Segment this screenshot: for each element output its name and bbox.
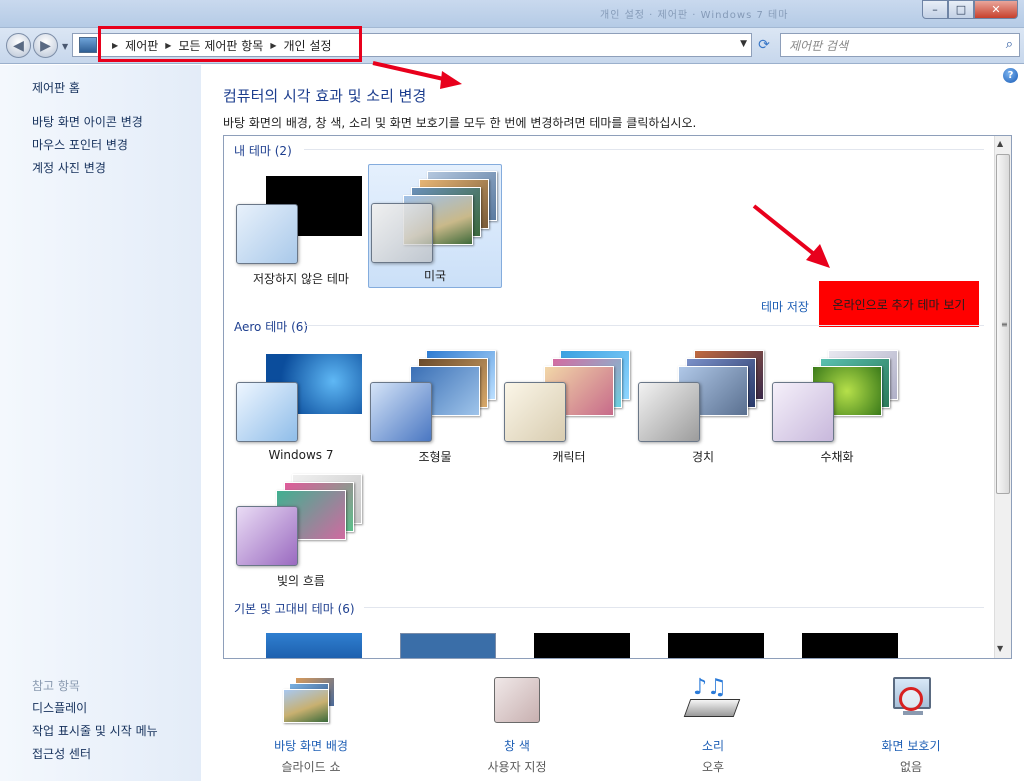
minimize-button[interactable]: – [922,0,948,19]
desktop-background-button[interactable]: 바탕 화면 배경 슬라이드 쇼 [231,675,391,775]
window-color-value: 사용자 지정 [487,760,547,774]
divider [304,325,984,326]
screen-saver-button[interactable]: 화면 보호기 없음 [831,675,991,775]
online-themes-link[interactable]: 온라인으로 추가 테마 보기 [819,281,979,327]
theme-list[interactable]: 내 테마 (2) 저장하지 않은 테마 미국 테마 저장 온라인으로 추가 테마… [223,135,1012,659]
window-title: 개인 설정 · 제어판 · Windows 7 테마 [600,10,789,21]
recent-pages-dropdown-icon[interactable]: ▼ [62,42,68,51]
basic-themes-header-label: 기본 및 고대비 테마 (6) [234,602,355,616]
vertical-scrollbar[interactable]: ▲ ≡ ▼ [994,136,1011,658]
refresh-icon[interactable]: ⟳ [753,33,775,57]
back-button[interactable]: ◀ [6,33,31,58]
search-input[interactable]: 제어판 검색 ⌕ [780,33,1020,57]
theme-label: 경치 [691,450,715,464]
window-color-button[interactable]: 창 색 사용자 지정 [437,675,597,775]
window-controls: – □ ✕ [922,0,1018,19]
aero-themes-header[interactable]: Aero 테마 (6) [234,318,308,335]
see-also-header: 참고 항목 [32,679,80,693]
theme-light-flow[interactable]: 빛의 흐름 [234,468,368,592]
sidebar-item-display[interactable]: 디스플레이 [32,699,87,716]
theme-label: 미국 [423,269,447,283]
scrollbar-grip-icon: ≡ [1001,320,1008,329]
divider [364,607,984,608]
scrollbar-thumb[interactable]: ≡ [996,154,1010,494]
annotation-box [98,26,362,62]
window-color-swatch [236,506,298,566]
sounds-value: 오후 [701,760,725,774]
sounds-label: 소리 [701,739,725,753]
window-color-swatch [236,204,298,264]
desktop-background-label: 바탕 화면 배경 [274,739,348,753]
theme-unsaved[interactable]: 저장하지 않은 테마 [234,166,368,290]
window-color-swatch [371,203,433,263]
settings-bar: 바탕 화면 배경 슬라이드 쇼 창 색 사용자 지정 ♪♫ 소리 오후 화면 보… [201,665,1024,781]
sidebar-item-desktop-icons[interactable]: 바탕 화면 아이콘 변경 [32,113,143,130]
theme-usa[interactable]: 미국 [368,164,502,288]
sounds-icon: ♪♫ [683,675,741,725]
sidebar-item-mouse-pointer[interactable]: 마우스 포인터 변경 [32,136,128,153]
aero-themes-header-label: Aero 테마 (6) [234,320,309,334]
sounds-button[interactable]: ♪♫ 소리 오후 [633,675,793,775]
my-themes-header-label: 내 테마 (2) [234,144,292,158]
sidebar-item-taskbar[interactable]: 작업 표시줄 및 시작 메뉴 [32,722,158,739]
theme-landscapes[interactable]: 경치 [636,344,770,468]
sidebar: 제어판 홈 바탕 화면 아이콘 변경 마우스 포인터 변경 계정 사진 변경 참… [0,65,201,781]
my-themes-header[interactable]: 내 테마 (2) [234,142,292,159]
theme-architecture[interactable]: 조형물 [368,344,502,468]
desktop-background-value: 슬라이드 쇼 [281,760,341,774]
control-panel-icon [79,37,97,53]
theme-basic-thumbnail[interactable] [266,633,362,658]
screen-saver-icon [883,675,939,725]
sidebar-item-accessibility[interactable]: 접근성 센터 [32,745,91,762]
window-color-swatch [772,382,834,442]
sidebar-item-home[interactable]: 제어판 홈 [32,79,80,96]
screen-saver-label: 화면 보호기 [881,739,941,753]
help-icon[interactable]: ? [1003,68,1018,83]
basic-themes-header[interactable]: 기본 및 고대비 테마 (6) [234,600,355,617]
main-content: ? 컴퓨터의 시각 효과 및 소리 변경 바탕 화면의 배경, 창 색, 소리 … [201,65,1024,781]
maximize-button[interactable]: □ [948,0,974,19]
scroll-down-icon[interactable]: ▼ [997,644,1003,653]
theme-high-contrast-thumbnail[interactable] [668,633,764,658]
theme-high-contrast-thumbnail[interactable] [802,633,898,658]
save-theme-link[interactable]: 테마 저장 [761,298,809,315]
search-icon[interactable]: ⌕ [1006,37,1013,52]
window-color-swatch [504,382,566,442]
forward-button[interactable]: ▶ [33,33,58,58]
screen-saver-value: 없음 [899,760,923,774]
desktop-background-icon [283,675,339,725]
scroll-up-icon[interactable]: ▲ [997,139,1003,148]
theme-characters[interactable]: 캐릭터 [502,344,636,468]
theme-label: 조형물 [418,450,452,464]
theme-label: 빛의 흐름 [277,574,325,588]
search-placeholder: 제어판 검색 [789,38,849,53]
theme-label: 수채화 [820,450,854,464]
theme-watercolor[interactable]: 수채화 [770,344,904,468]
window-color-swatch [638,382,700,442]
theme-windows7[interactable]: Windows 7 [234,344,368,468]
theme-label: 저장하지 않은 테마 [253,272,349,286]
page-title: 컴퓨터의 시각 효과 및 소리 변경 [223,87,427,105]
theme-label: 캐릭터 [552,450,586,464]
theme-high-contrast-thumbnail[interactable] [534,633,630,658]
window-color-icon [489,675,545,725]
theme-label: Windows 7 [268,448,334,462]
page-description: 바탕 화면의 배경, 창 색, 소리 및 화면 보호기를 모두 한 번에 변경하… [223,116,697,130]
theme-basic-thumbnail[interactable] [400,633,496,658]
title-bar: 개인 설정 · 제어판 · Windows 7 테마 – □ ✕ [0,0,1024,28]
window-color-swatch [370,382,432,442]
address-dropdown-icon[interactable]: ▼ [740,39,747,49]
sidebar-item-account-picture[interactable]: 계정 사진 변경 [32,159,106,176]
window-color-label: 창 색 [504,739,530,753]
window-color-swatch [236,382,298,442]
close-button[interactable]: ✕ [974,0,1018,19]
divider [304,149,984,150]
